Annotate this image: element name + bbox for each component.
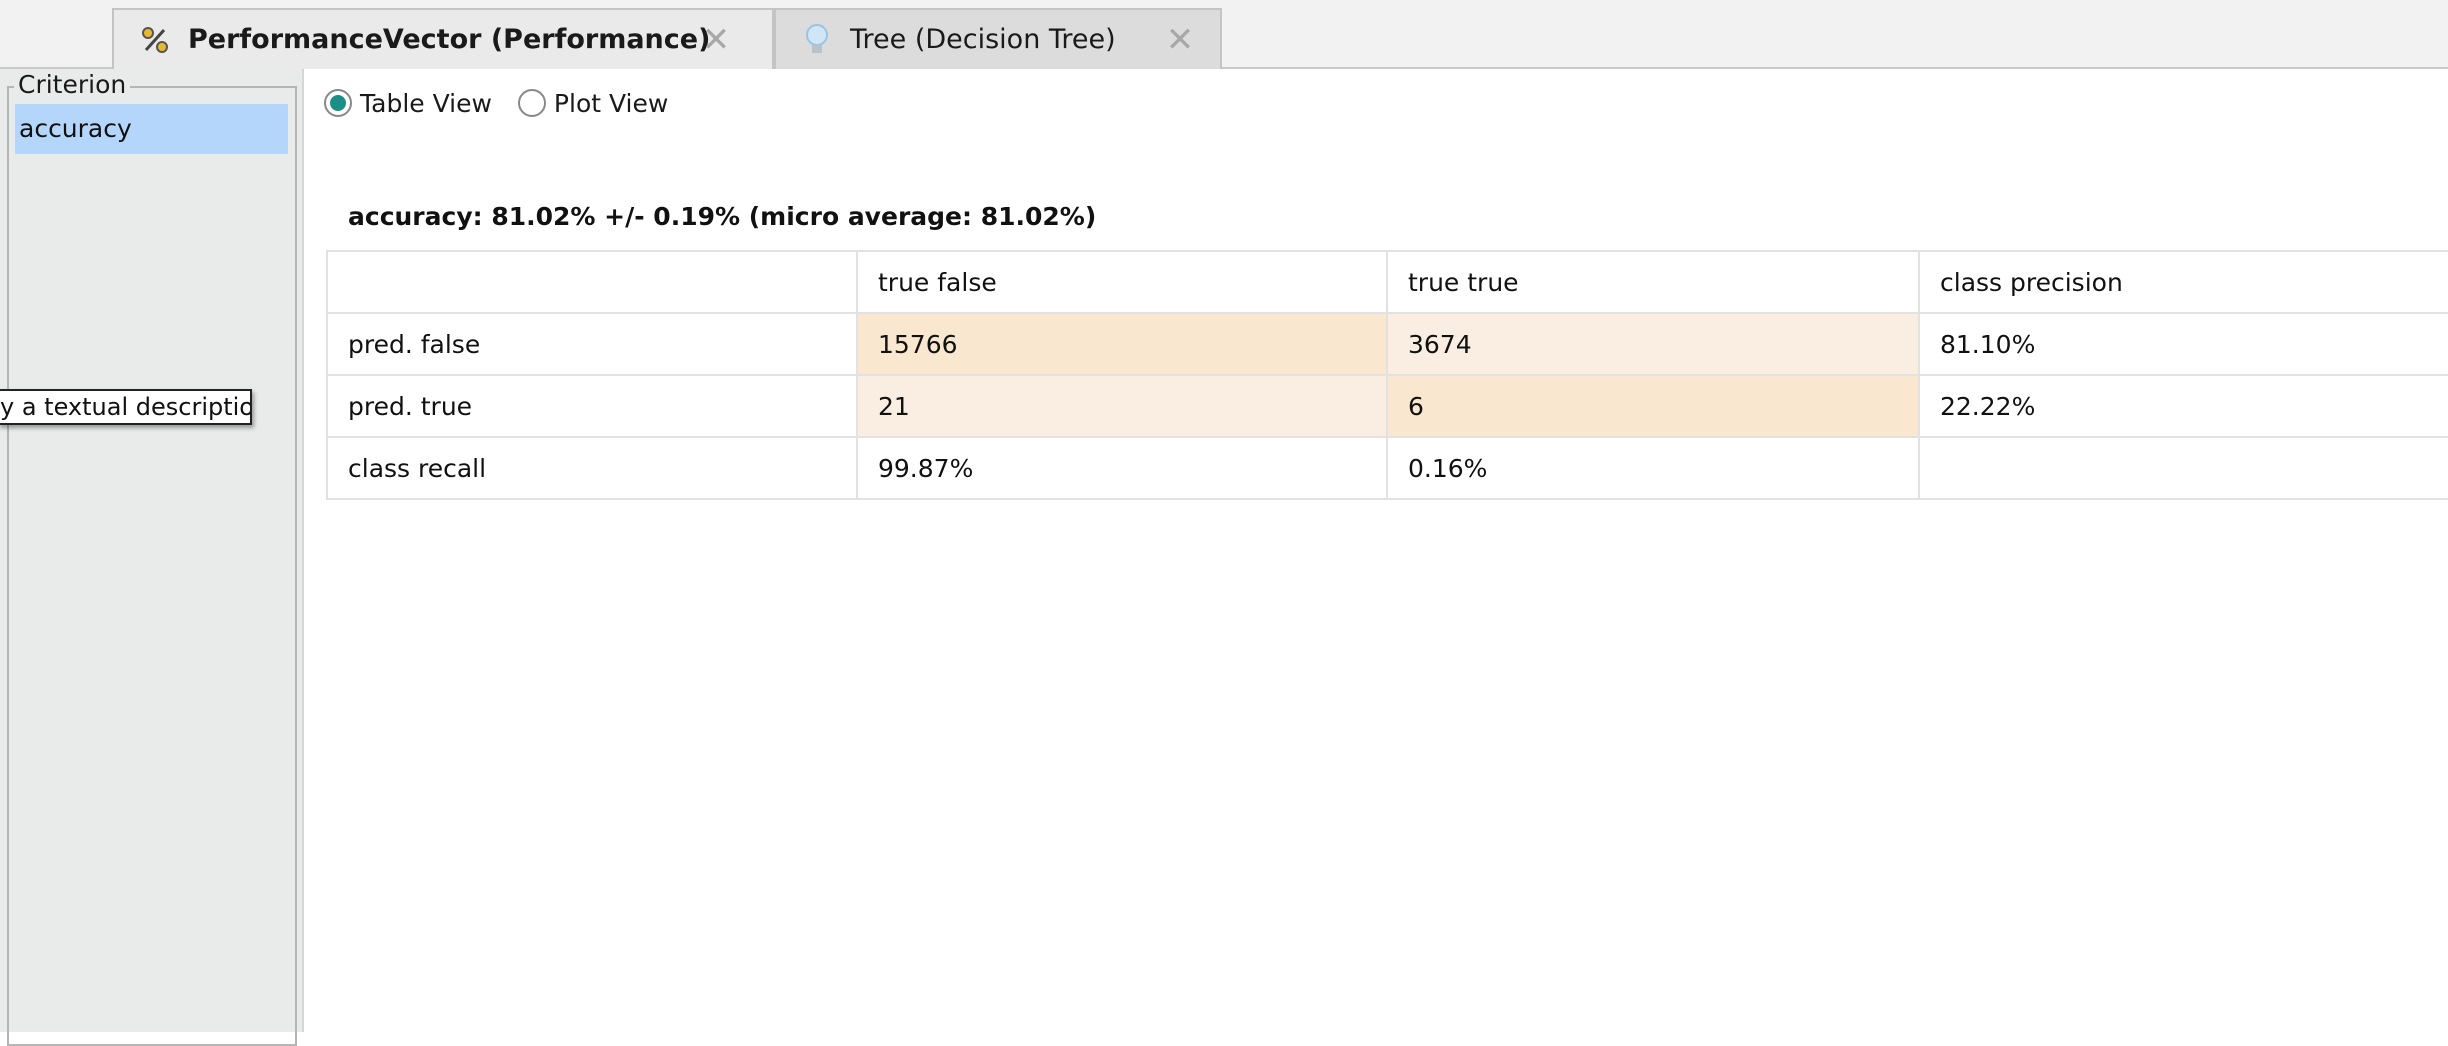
- table-header-row: true false true true class precision: [326, 250, 2448, 314]
- row-label: pred. true: [326, 374, 858, 438]
- precision-cell: 22.22%: [1918, 374, 2448, 438]
- tab-performance-vector[interactable]: PerformanceVector (Performance) ✕: [112, 8, 774, 69]
- matrix-cell: 6: [1386, 374, 1920, 438]
- close-icon[interactable]: ✕: [698, 20, 734, 60]
- table-view-radio[interactable]: Table View: [324, 89, 492, 118]
- table-view-label: Table View: [360, 88, 492, 118]
- row-label: class recall: [326, 436, 858, 500]
- empty-cell: [1918, 436, 2448, 500]
- plot-view-radio[interactable]: Plot View: [517, 88, 669, 118]
- tab-label: Tree (Decision Tree): [850, 24, 1116, 55]
- header-cell: true true: [1386, 250, 1920, 314]
- lightbulb-icon: [800, 23, 834, 57]
- radio-unselected-icon: [517, 89, 546, 117]
- view-toggle: Table View Plot View: [324, 86, 694, 120]
- recall-cell: 0.16%: [1386, 436, 1920, 500]
- radio-selected-icon: [324, 89, 352, 117]
- tab-decision-tree[interactable]: Tree (Decision Tree) ✕: [774, 8, 1222, 69]
- tab-strip: PerformanceVector (Performance) ✕ Tree (…: [0, 0, 2448, 69]
- criterion-legend: Criterion: [14, 70, 131, 99]
- recall-cell: 99.87%: [856, 436, 1388, 500]
- plot-view-label: Plot View: [553, 88, 669, 118]
- table-row: pred. false 15766 3674 81.10%: [326, 312, 2448, 376]
- confusion-matrix: true false true true class precision pre…: [326, 250, 2448, 500]
- accuracy-summary: accuracy: 81.02% +/- 0.19% (micro averag…: [348, 202, 1097, 231]
- criterion-item-accuracy[interactable]: accuracy: [15, 104, 288, 154]
- criterion-group-box: [7, 86, 297, 1046]
- row-label: pred. false: [326, 312, 858, 376]
- matrix-cell: 15766: [856, 312, 1388, 376]
- tab-label: PerformanceVector (Performance): [188, 24, 711, 55]
- tooltip: y a textual description: [0, 389, 252, 425]
- table-row: class recall 99.87% 0.16%: [326, 436, 2448, 500]
- close-icon[interactable]: ✕: [1162, 20, 1198, 60]
- header-cell: true false: [856, 250, 1388, 314]
- header-cell: [326, 250, 858, 314]
- table-row: pred. true 21 6 22.22%: [326, 374, 2448, 438]
- matrix-cell: 21: [856, 374, 1388, 438]
- header-cell: class precision: [1918, 250, 2448, 314]
- percent-icon: [138, 23, 172, 57]
- precision-cell: 81.10%: [1918, 312, 2448, 376]
- matrix-cell: 3674: [1386, 312, 1920, 376]
